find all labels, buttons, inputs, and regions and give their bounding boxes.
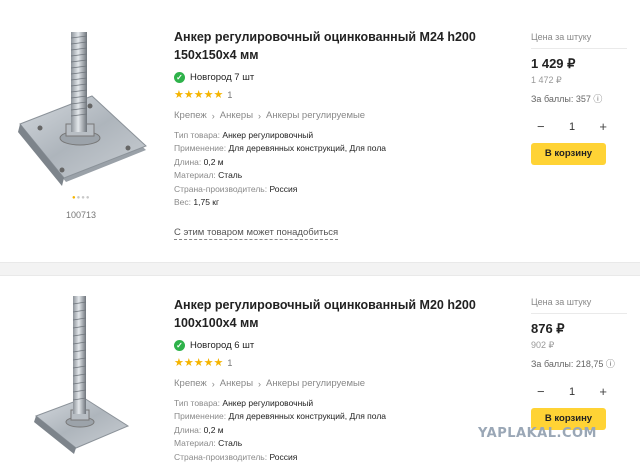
property-value: 0,2 м	[203, 156, 224, 167]
property-value: Для деревянных конструкций, Для пола	[228, 411, 387, 422]
property-row: Страна-производитель: Россия	[174, 451, 514, 463]
qty-value[interactable]: 1	[569, 386, 575, 398]
property-row: Материал: Сталь	[174, 437, 514, 450]
quantity-stepper: − 1 +	[537, 119, 607, 134]
image-carousel-dots[interactable]: ●●●●	[72, 195, 91, 201]
property-value: Россия	[269, 183, 298, 194]
qty-plus-button[interactable]: +	[599, 119, 607, 134]
property-key: Длина:	[174, 424, 202, 435]
property-value: Для деревянных конструкций, Для пола	[228, 143, 387, 154]
rating[interactable]: ★★★★★ 1	[174, 89, 514, 101]
breadcrumb-item[interactable]: Крепеж	[174, 378, 207, 389]
property-key: Тип товара:	[174, 130, 221, 140]
property-row: Тип товара: Анкер регулировочный	[174, 397, 514, 410]
product-properties: Тип товара: Анкер регулировочный Примене…	[174, 129, 514, 209]
property-value: Россия	[269, 451, 298, 462]
property-row: Страна-производитель: Россия	[174, 183, 514, 196]
stock-text: Новгород 7 шт	[190, 72, 255, 83]
current-price: 876 ₽	[531, 321, 565, 336]
breadcrumb-item[interactable]: Крепеж	[174, 110, 207, 121]
property-key: Тип товара:	[174, 398, 221, 408]
price-label: Цена за штуку	[531, 297, 627, 314]
property-key: Вес:	[174, 197, 192, 208]
breadcrumb-item[interactable]: Анкеры регулируемые	[266, 378, 365, 389]
star-rating-icons: ★★★★★	[174, 357, 224, 369]
stock-availability: ✓ Новгород 7 шт	[174, 72, 514, 83]
price-label: Цена за штуку	[531, 32, 627, 49]
breadcrumb: Крепеж › Анкеры › Анкеры регулируемые	[174, 378, 514, 389]
breadcrumb: Крепеж › Анкеры › Анкеры регулируемые	[174, 110, 514, 121]
old-price: 1 472 ₽	[531, 75, 562, 85]
stock-text: Новгород 6 шт	[190, 340, 255, 351]
add-to-cart-button[interactable]: В корзину	[531, 143, 606, 165]
product-info: Анкер регулировочный оцинкованный М24 h2…	[174, 28, 514, 209]
star-rating-icons: ★★★★★	[174, 89, 224, 101]
review-count[interactable]: 1	[227, 357, 232, 369]
product-title-line1[interactable]: Анкер регулировочный оцинкованный М20 h2…	[174, 296, 514, 314]
qty-minus-button[interactable]: −	[537, 384, 545, 399]
product-info: Анкер регулировочный оцинкованный М20 h2…	[174, 296, 514, 463]
property-row: Длина: 0,2 м	[174, 156, 514, 169]
product-image[interactable]	[0, 276, 168, 463]
rating[interactable]: ★★★★★ 1	[174, 357, 514, 369]
property-row: Длина: 0,2 м	[174, 424, 514, 437]
property-key: Применение:	[174, 143, 227, 154]
property-value: Анкер регулировочный	[222, 130, 314, 140]
qty-value[interactable]: 1	[569, 121, 575, 133]
product-title[interactable]: Анкер регулировочный оцинкованный М20 h2…	[174, 296, 514, 332]
check-circle-icon: ✓	[174, 72, 185, 83]
watermark: YAPLAKAL.COM	[478, 426, 597, 441]
card-divider	[0, 262, 640, 276]
property-row: Материал: Сталь	[174, 169, 514, 182]
property-key: Страна-производитель:	[174, 451, 268, 462]
property-row: Тип товара: Анкер регулировочный	[174, 129, 514, 142]
price-block: Цена за штуку 1 429 ₽ 1 472 ₽ За баллы: …	[531, 32, 631, 165]
product-title-line1[interactable]: Анкер регулировочный оцинкованный М24 h2…	[174, 28, 514, 46]
product-card-1: ●●●● 100713 Анкер регулировочный оцинков…	[0, 0, 640, 262]
product-title-line2[interactable]: 150х150х4 мм	[174, 46, 514, 64]
quantity-stepper: − 1 +	[537, 384, 607, 399]
review-count[interactable]: 1	[227, 89, 232, 101]
product-title[interactable]: Анкер регулировочный оцинкованный М24 h2…	[174, 28, 514, 64]
stock-availability: ✓ Новгород 6 шт	[174, 340, 514, 351]
product-properties: Тип товара: Анкер регулировочный Примене…	[174, 397, 514, 463]
anchor-image-2	[34, 296, 130, 454]
product-image[interactable]: ●●●● 100713	[0, 0, 168, 230]
property-key: Материал:	[174, 170, 216, 181]
property-key: Материал:	[174, 438, 216, 449]
property-row: Применение: Для деревянных конструкций, …	[174, 142, 514, 155]
property-value: Сталь	[218, 170, 243, 181]
breadcrumb-item[interactable]: Анкеры регулируемые	[266, 110, 365, 121]
bonus-points[interactable]: За баллы: 218,75 ⓘ	[531, 357, 631, 370]
breadcrumb-item[interactable]: Анкеры	[220, 378, 253, 389]
qty-plus-button[interactable]: +	[599, 384, 607, 399]
property-value: 0,2 м	[203, 424, 224, 435]
qty-minus-button[interactable]: −	[537, 119, 545, 134]
property-row: Вес: 1,75 кг	[174, 196, 514, 209]
product-title-line2[interactable]: 100х100х4 мм	[174, 314, 514, 332]
current-price: 1 429 ₽	[531, 56, 576, 71]
old-price: 902 ₽	[531, 340, 555, 350]
check-circle-icon: ✓	[174, 340, 185, 351]
related-products-link[interactable]: С этим товаром может понадобиться	[174, 227, 339, 240]
property-value: Анкер регулировочный	[222, 398, 314, 408]
bonus-points[interactable]: За баллы: 357 ⓘ	[531, 92, 631, 105]
chevron-right-icon: ›	[258, 378, 262, 389]
breadcrumb-item[interactable]: Анкеры	[220, 110, 253, 121]
property-value: Сталь	[218, 438, 243, 449]
product-sku: 100713	[66, 210, 97, 220]
property-value: 1,75 кг	[193, 197, 220, 208]
chevron-right-icon: ›	[211, 378, 215, 389]
property-key: Применение:	[174, 411, 227, 422]
anchor-image-1	[18, 32, 147, 186]
chevron-right-icon: ›	[211, 110, 215, 121]
property-row: Применение: Для деревянных конструкций, …	[174, 410, 514, 423]
property-key: Длина:	[174, 156, 202, 167]
property-key: Страна-производитель:	[174, 183, 268, 194]
price-block: Цена за штуку 876 ₽ 902 ₽ За баллы: 218,…	[531, 297, 631, 430]
chevron-right-icon: ›	[258, 110, 262, 121]
